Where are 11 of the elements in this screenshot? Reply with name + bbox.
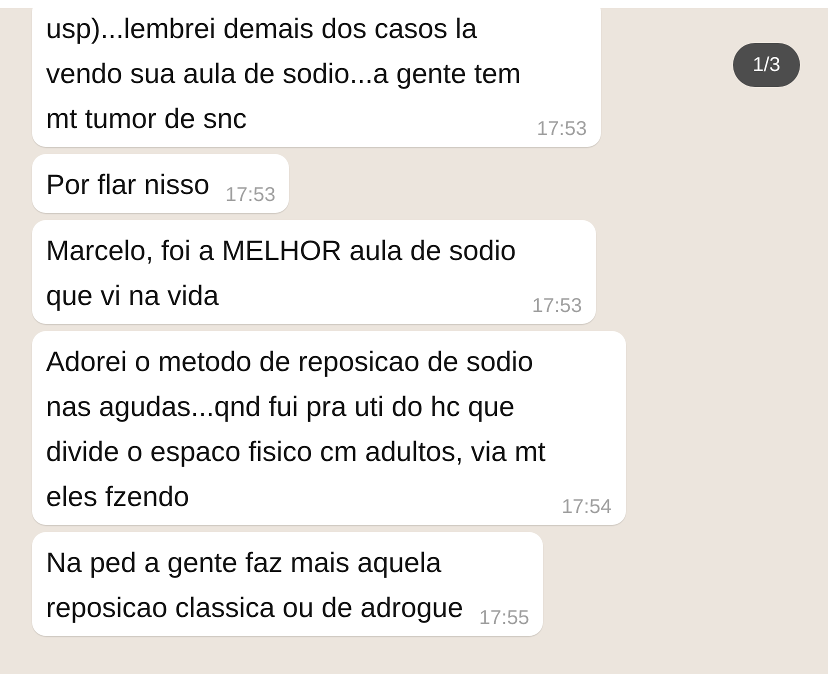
message-time: 17:55 (479, 606, 530, 630)
message-text: Marcelo, foi a MELHOR aula de sodio que vi na vida (46, 234, 516, 313)
message-text: Por flar nisso (46, 168, 210, 202)
message-time: 17:53 (225, 183, 276, 207)
message-time: 17:53 (536, 117, 587, 141)
message-text: Na ped a gente faz mais aquela reposicao classica ou de adrogue (46, 546, 464, 625)
page-indicator: 1/3 (733, 43, 800, 87)
message-time: 17:54 (562, 495, 612, 519)
message-text: usp)...lembrei demais dos casos la vendo sua aula de sodio...a gente tem mt tumor de snc (46, 12, 521, 136)
message-time: 17:53 (532, 294, 582, 318)
message-text: Adorei o metodo de reposicao de sodio nas agudas...qnd fui pra uti do hc que divide o espaco fisico cm adultos, via mt eles fzendo (46, 345, 546, 514)
